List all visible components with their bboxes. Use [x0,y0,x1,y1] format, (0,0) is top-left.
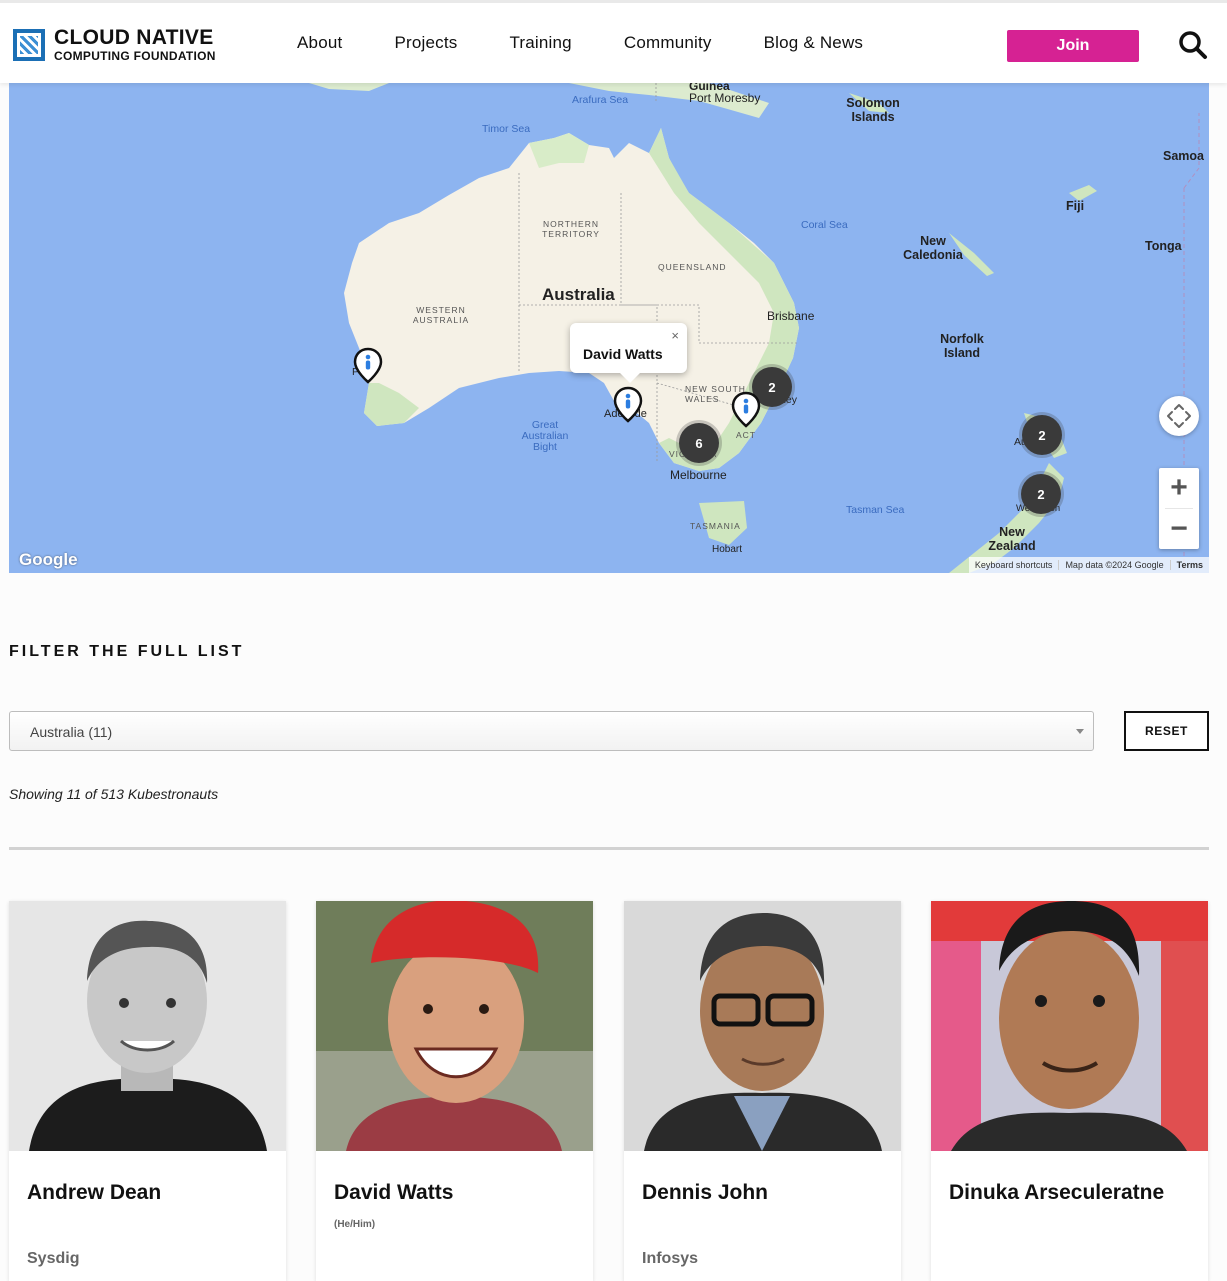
map-label-fiji: Fiji [1066,199,1085,213]
nav-community[interactable]: Community [624,33,712,53]
map-label-melbourne: Melbourne [670,468,727,482]
google-logo[interactable]: Google [19,550,78,570]
cncf-logo-icon [13,28,45,61]
person-card[interactable]: Andrew Dean Sysdig [9,901,286,1281]
map-pin-icon[interactable] [731,391,761,429]
map-pin-icon[interactable] [353,347,383,385]
keyboard-shortcuts-link[interactable]: Keyboard shortcuts [969,560,1059,570]
map-cluster-auckland[interactable]: 2 [1022,415,1062,455]
country-select-value: Australia (11) [30,724,113,740]
zoom-in-button[interactable]: + [1159,468,1199,508]
map-zoom-control: + − [1159,468,1199,549]
close-icon[interactable]: × [671,328,679,343]
map-info-popup: David Watts × [570,323,687,383]
person-pronoun: (He/Him) [334,1219,376,1230]
kubestronaut-map[interactable]: Guinea Arafura Sea Port Moresby Solomon … [9,83,1209,573]
site-header: CLOUD NATIVE COMPUTING FOUNDATION About … [0,0,1227,83]
person-card[interactable]: Dennis John Infosys [624,901,901,1281]
map-cluster-wellington[interactable]: 2 [1021,474,1061,514]
map-label-brisbane: Brisbane [767,309,815,323]
avatar [9,901,286,1151]
map-data-credit: Map data ©2024 Google [1058,560,1169,570]
person-name[interactable]: Andrew Dean [27,1181,161,1205]
results-count: Showing 11 of 513 Kubestronauts [9,786,219,802]
chevron-down-icon [1076,729,1084,734]
map-label-new-zealand: New Zealand [988,525,1036,553]
person-name[interactable]: Dennis John [642,1181,768,1205]
map-label-western-australia: WESTERN AUSTRALIA [412,305,470,325]
filter-heading: FILTER THE FULL LIST [9,643,245,660]
map-attribution: Keyboard shortcuts Map data ©2024 Google… [968,557,1209,573]
map-label-new-caledonia: New Caledonia [903,234,963,262]
map-camera-control[interactable] [1159,396,1199,436]
person-name[interactable]: David Watts [334,1181,453,1205]
popup-person-name[interactable]: David Watts [583,346,663,362]
nav-about[interactable]: About [297,33,342,53]
person-card[interactable]: David Watts (He/Him) [316,901,593,1281]
person-company: Sysdig [27,1250,80,1267]
map-label-queensland: QUEENSLAND [658,262,727,272]
nav-training[interactable]: Training [509,33,571,53]
person-name[interactable]: Dinuka Arseculeratne [949,1181,1164,1205]
nav-blog-news[interactable]: Blog & News [764,33,864,53]
zoom-out-button[interactable]: − [1159,509,1199,549]
map-label-coral-sea: Coral Sea [801,219,848,231]
terms-link[interactable]: Terms [1169,560,1209,570]
map-label-hobart: Hobart [712,544,743,555]
map-label-timor-sea: Timor Sea [482,123,531,135]
map-label-samoa: Samoa [1163,149,1204,163]
person-card[interactable]: Dinuka Arseculeratne [931,901,1208,1281]
map-label-tonga: Tonga [1145,239,1182,253]
search-icon[interactable] [1178,30,1208,60]
cncf-logo[interactable]: CLOUD NATIVE COMPUTING FOUNDATION [13,27,216,62]
map-label-tasmania: TASMANIA [690,521,741,531]
map-label-act: ACT [736,430,756,440]
move-arrows-icon [1167,404,1191,428]
avatar [316,901,593,1151]
join-button[interactable]: Join [1007,30,1139,62]
nav-projects[interactable]: Projects [394,33,457,53]
map-cluster-melbourne[interactable]: 6 [679,423,719,463]
map-label-solomon-islands: Solomon Islands [846,96,900,124]
map-label-australia: Australia [542,285,615,304]
map-label-tasman-sea: Tasman Sea [846,504,905,516]
country-select[interactable]: Australia (11) [9,711,1094,751]
logo-title: CLOUD NATIVE [54,26,214,49]
avatar [931,901,1208,1151]
avatar [624,901,901,1151]
section-divider [9,847,1209,850]
map-label-arafura-sea: Arafura Sea [572,94,629,106]
logo-subtitle: COMPUTING FOUNDATION [54,49,216,63]
map-label-great-australian-bight: Great Australian Bight [521,419,569,454]
map-label-norfolk-island: Norfolk Island [940,332,984,360]
reset-button[interactable]: RESET [1124,711,1209,751]
map-pin-icon[interactable] [613,386,643,424]
main-nav: About Projects Training Community Blog &… [297,33,915,53]
map-label-northern-territory: NORTHERN TERRITORY [542,219,600,239]
person-company: Infosys [642,1250,699,1267]
map-label-port-moresby: Port Moresby [689,91,761,105]
